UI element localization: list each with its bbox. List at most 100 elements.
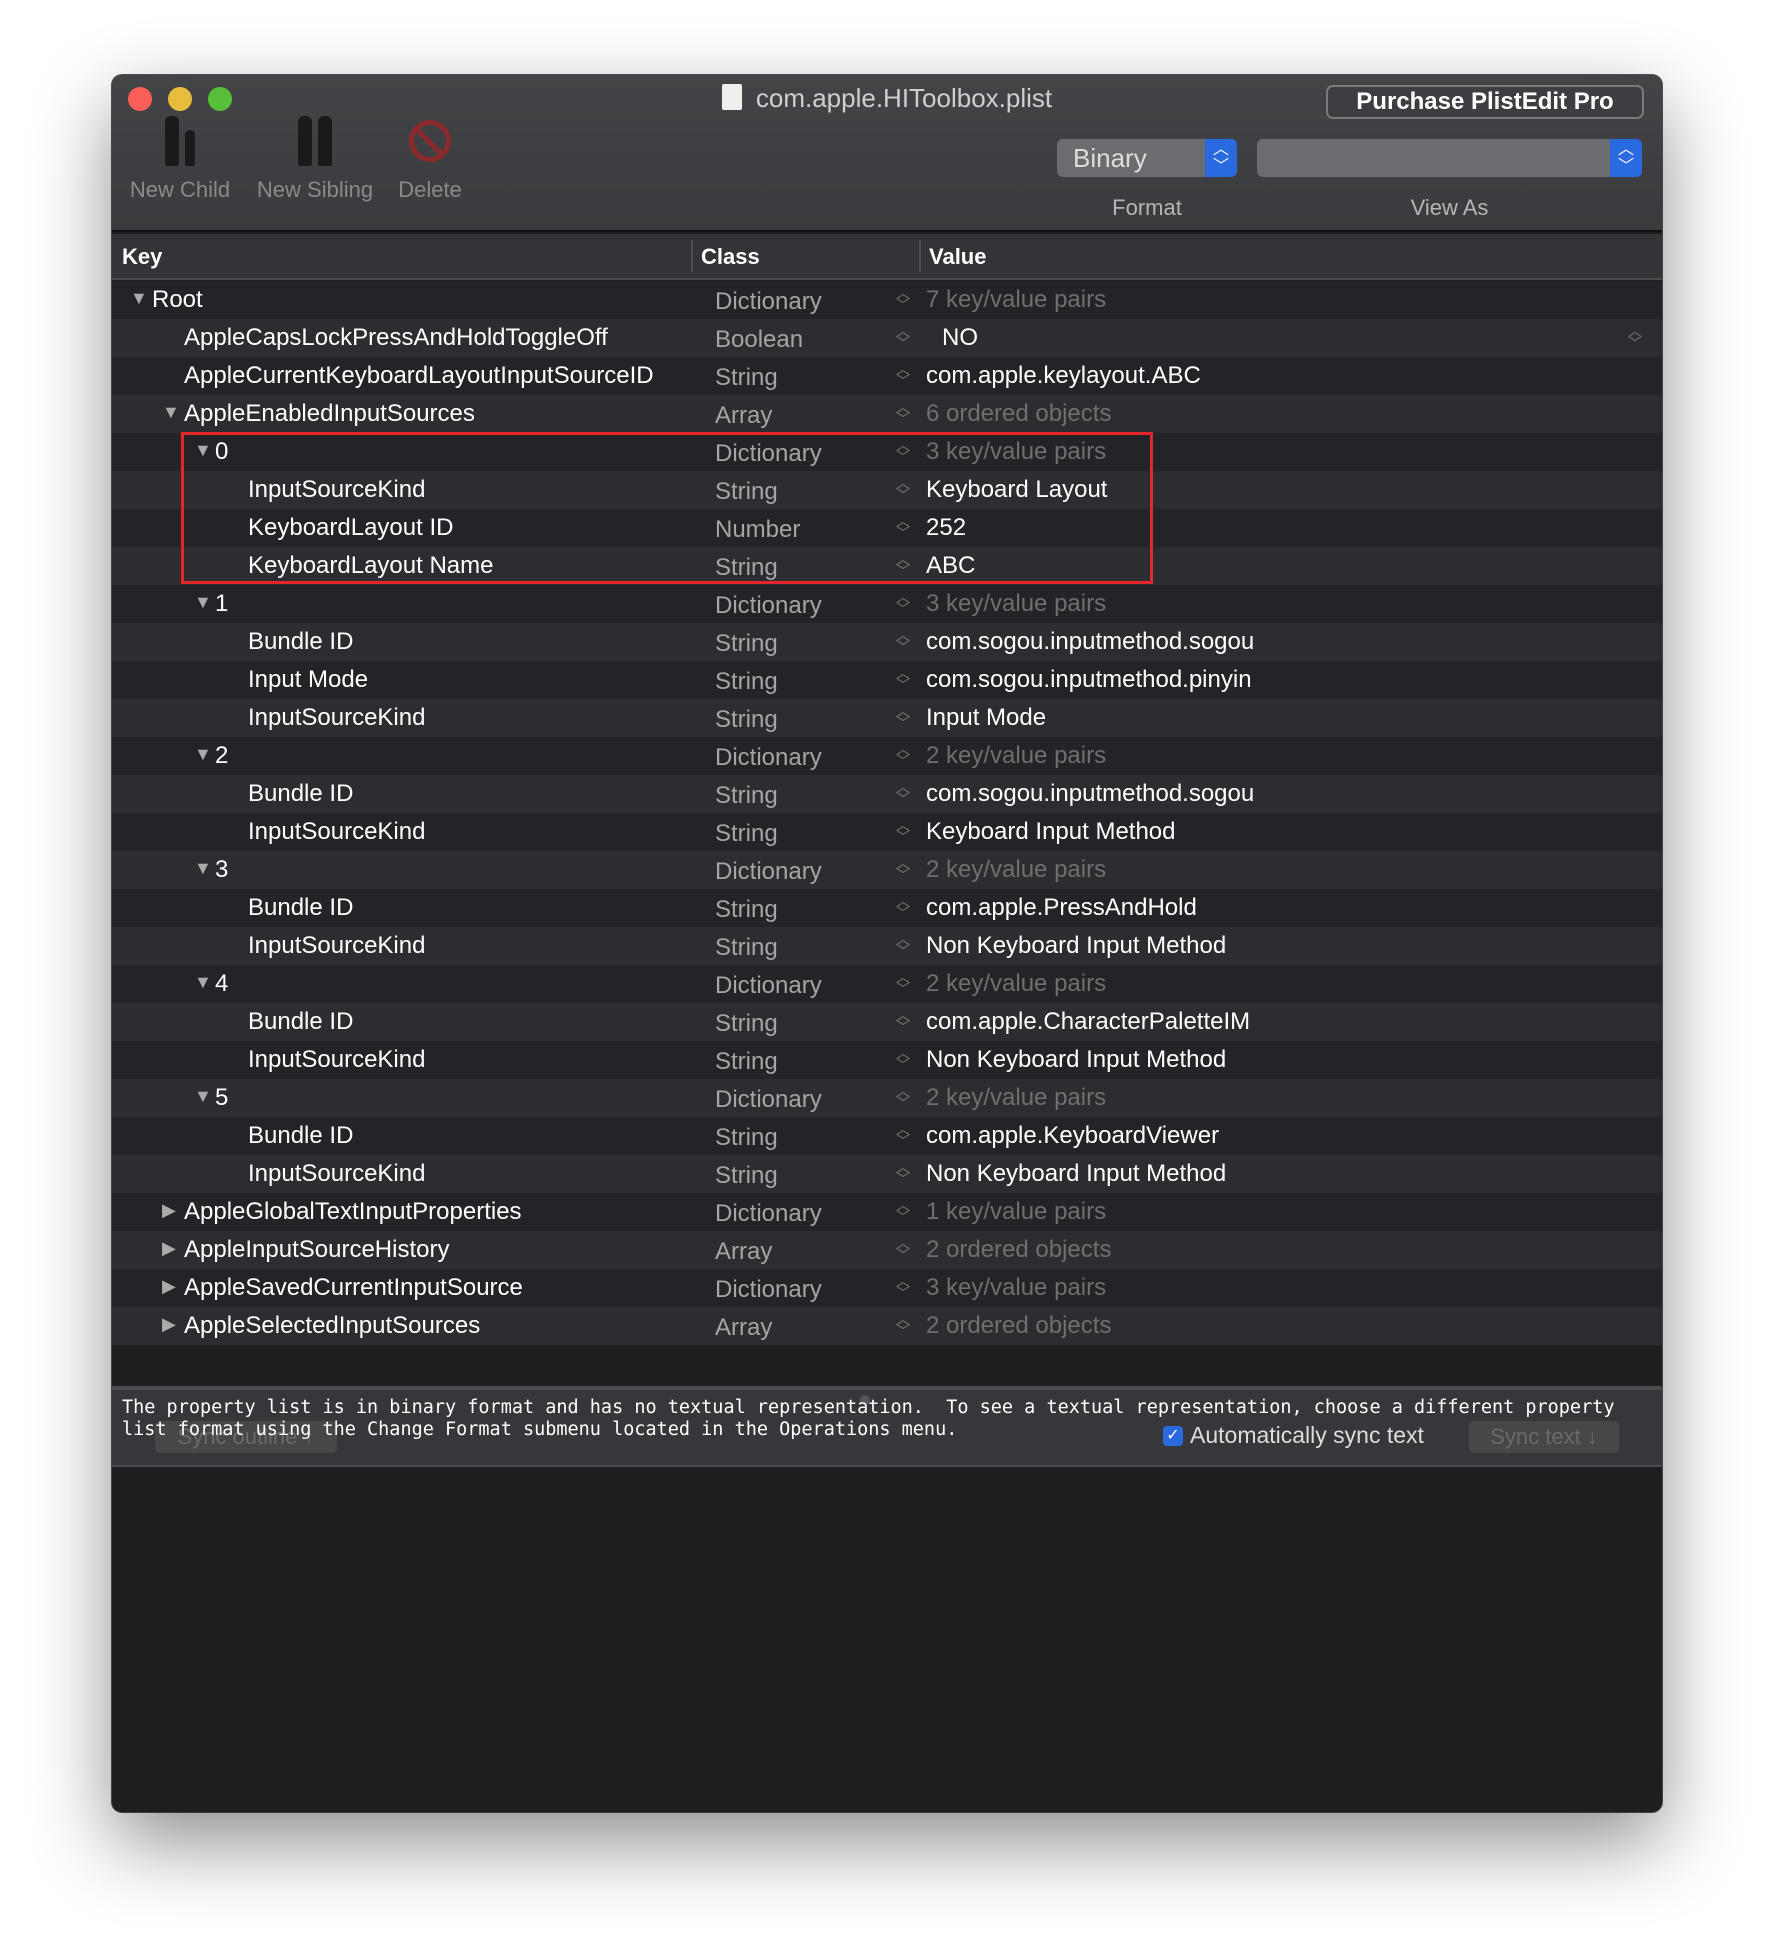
row-class[interactable]: String xyxy=(715,1010,778,1038)
row-class[interactable]: Array xyxy=(715,1314,772,1342)
class-stepper-icon[interactable]: ︿ ﹀ xyxy=(896,1312,910,1338)
disclosure-triangle-icon[interactable]: ▼ xyxy=(130,288,148,309)
table-row[interactable]: InputSourceKind String ︿ ﹀ Non Keyboard Inpu… xyxy=(112,927,1662,965)
delete-button[interactable]: Delete xyxy=(380,105,480,203)
row-class[interactable]: String xyxy=(715,630,778,658)
text-view[interactable]: The property list is in binary format an… xyxy=(122,1397,1650,1441)
row-class[interactable]: Dictionary xyxy=(715,1276,822,1304)
table-row[interactable]: ▶ AppleSelectedInputSources Array ︿ ﹀ 2 order… xyxy=(112,1307,1662,1345)
column-value[interactable]: Value xyxy=(929,244,986,270)
table-row[interactable]: ▼ Root Dictionary ︿ ﹀ 7 key/value pairs xyxy=(112,281,1662,319)
row-value[interactable]: 7 key/value pairs xyxy=(926,286,1106,314)
class-stepper-icon[interactable]: ︿ ﹀ xyxy=(896,1236,910,1262)
row-class[interactable]: String xyxy=(715,896,778,924)
class-stepper-icon[interactable]: ︿ ﹀ xyxy=(896,1122,910,1148)
row-value[interactable]: com.apple.keylayout.ABC xyxy=(926,362,1201,390)
disclosure-triangle-icon[interactable]: ▼ xyxy=(194,440,212,461)
column-divider[interactable] xyxy=(919,240,921,272)
row-class[interactable]: Dictionary xyxy=(715,288,822,316)
class-stepper-icon[interactable]: ︿ ﹀ xyxy=(896,780,910,806)
table-row[interactable]: KeyboardLayout ID Number ︿ ﹀ 252 xyxy=(112,509,1662,547)
class-stepper-icon[interactable]: ︿ ﹀ xyxy=(896,324,910,350)
class-stepper-icon[interactable]: ︿ ﹀ xyxy=(896,932,910,958)
table-row[interactable]: ▼ 2 Dictionary ︿ ﹀ 2 key/value pairs xyxy=(112,737,1662,775)
table-row[interactable]: ▼ AppleEnabledInputSources Array ︿ ﹀ 6 ordere… xyxy=(112,395,1662,433)
table-row[interactable]: InputSourceKind String ︿ ﹀ Non Keyboard Inpu… xyxy=(112,1041,1662,1079)
row-class[interactable]: String xyxy=(715,820,778,848)
class-stepper-icon[interactable]: ︿ ﹀ xyxy=(896,628,910,654)
column-class[interactable]: Class xyxy=(701,244,760,270)
row-class[interactable]: Array xyxy=(715,1238,772,1266)
class-stepper-icon[interactable]: ︿ ﹀ xyxy=(896,666,910,692)
table-row[interactable]: Bundle ID String ︿ ﹀ com.sogou.inputmethod.s… xyxy=(112,623,1662,661)
row-value[interactable]: com.sogou.inputmethod.sogou xyxy=(926,628,1254,656)
disclosure-triangle-icon[interactable]: ▶ xyxy=(162,1238,176,1259)
class-stepper-icon[interactable]: ︿ ﹀ xyxy=(896,438,910,464)
table-row[interactable]: ▶ AppleInputSourceHistory Array ︿ ﹀ 2 ordered… xyxy=(112,1231,1662,1269)
disclosure-triangle-icon[interactable]: ▼ xyxy=(194,972,212,993)
class-stepper-icon[interactable]: ︿ ﹀ xyxy=(896,1084,910,1110)
row-class[interactable]: Dictionary xyxy=(715,972,822,1000)
value-popup-icon[interactable]: ︿ ﹀ xyxy=(1628,324,1642,350)
row-value[interactable]: 6 ordered objects xyxy=(926,400,1111,428)
column-divider[interactable] xyxy=(691,240,693,272)
class-stepper-icon[interactable]: ︿ ﹀ xyxy=(896,476,910,502)
class-stepper-icon[interactable]: ︿ ﹀ xyxy=(896,286,910,312)
class-stepper-icon[interactable]: ︿ ﹀ xyxy=(896,742,910,768)
disclosure-triangle-icon[interactable]: ▼ xyxy=(194,1086,212,1107)
class-stepper-icon[interactable]: ︿ ﹀ xyxy=(896,856,910,882)
row-class[interactable]: String xyxy=(715,554,778,582)
class-stepper-icon[interactable]: ︿ ﹀ xyxy=(896,1046,910,1072)
row-value[interactable]: 3 key/value pairs xyxy=(926,590,1106,618)
column-key[interactable]: Key xyxy=(122,244,162,270)
class-stepper-icon[interactable]: ︿ ﹀ xyxy=(896,362,910,388)
row-class[interactable]: String xyxy=(715,1162,778,1190)
table-row[interactable]: InputSourceKind String ︿ ﹀ Keyboard Layout xyxy=(112,471,1662,509)
format-popup[interactable]: Binary ︿ ﹀ xyxy=(1057,139,1237,177)
purchase-button[interactable]: Purchase PlistEdit Pro xyxy=(1326,85,1644,119)
class-stepper-icon[interactable]: ︿ ﹀ xyxy=(896,400,910,426)
row-class[interactable]: Dictionary xyxy=(715,1200,822,1228)
row-value[interactable]: com.apple.PressAndHold xyxy=(926,894,1197,922)
row-value[interactable]: 2 key/value pairs xyxy=(926,1084,1106,1112)
row-class[interactable]: Array xyxy=(715,402,772,430)
class-stepper-icon[interactable]: ︿ ﹀ xyxy=(896,1198,910,1224)
row-class[interactable]: String xyxy=(715,478,778,506)
disclosure-triangle-icon[interactable]: ▶ xyxy=(162,1314,176,1335)
table-row[interactable]: ▶ AppleGlobalTextInputProperties Dictionar… xyxy=(112,1193,1662,1231)
row-class[interactable]: String xyxy=(715,934,778,962)
row-value[interactable]: com.apple.KeyboardViewer xyxy=(926,1122,1219,1150)
row-value[interactable]: com.sogou.inputmethod.sogou xyxy=(926,780,1254,808)
row-class[interactable]: Dictionary xyxy=(715,1086,822,1114)
row-value[interactable]: 1 key/value pairs xyxy=(926,1198,1106,1226)
table-row[interactable]: ▼ 4 Dictionary ︿ ﹀ 2 key/value pairs xyxy=(112,965,1662,1003)
table-row[interactable]: ▼ 1 Dictionary ︿ ﹀ 3 key/value pairs xyxy=(112,585,1662,623)
class-stepper-icon[interactable]: ︿ ﹀ xyxy=(896,818,910,844)
disclosure-triangle-icon[interactable]: ▼ xyxy=(194,744,212,765)
disclosure-triangle-icon[interactable]: ▼ xyxy=(162,402,180,423)
row-class[interactable]: String xyxy=(715,782,778,810)
row-value[interactable]: Non Keyboard Input Method xyxy=(926,932,1226,960)
row-class[interactable]: String xyxy=(715,706,778,734)
row-value[interactable]: 2 key/value pairs xyxy=(926,742,1106,770)
row-value[interactable]: Input Mode xyxy=(926,704,1046,732)
row-class[interactable]: Boolean xyxy=(715,326,803,354)
row-value[interactable]: 3 key/value pairs xyxy=(926,438,1106,466)
table-row[interactable]: Bundle ID String ︿ ﹀ com.sogou.inputmethod.s… xyxy=(112,775,1662,813)
class-stepper-icon[interactable]: ︿ ﹀ xyxy=(896,552,910,578)
row-value[interactable]: Non Keyboard Input Method xyxy=(926,1046,1226,1074)
row-class[interactable]: String xyxy=(715,668,778,696)
row-value[interactable]: Keyboard Layout xyxy=(926,476,1107,504)
table-row[interactable]: InputSourceKind String ︿ ﹀ Keyboard Input Me… xyxy=(112,813,1662,851)
disclosure-triangle-icon[interactable]: ▼ xyxy=(194,858,212,879)
class-stepper-icon[interactable]: ︿ ﹀ xyxy=(896,590,910,616)
row-class[interactable]: String xyxy=(715,1048,778,1076)
table-row[interactable]: Bundle ID String ︿ ﹀ com.apple.KeyboardViewe… xyxy=(112,1117,1662,1155)
table-row[interactable]: KeyboardLayout Name String ︿ ﹀ ABC xyxy=(112,547,1662,585)
table-row[interactable]: InputSourceKind String ︿ ﹀ Input Mode xyxy=(112,699,1662,737)
class-stepper-icon[interactable]: ︿ ﹀ xyxy=(896,704,910,730)
row-value[interactable]: NO xyxy=(942,324,978,352)
table-row[interactable]: Bundle ID String ︿ ﹀ com.apple.CharacterPale… xyxy=(112,1003,1662,1041)
row-class[interactable]: Dictionary xyxy=(715,744,822,772)
class-stepper-icon[interactable]: ︿ ﹀ xyxy=(896,970,910,996)
